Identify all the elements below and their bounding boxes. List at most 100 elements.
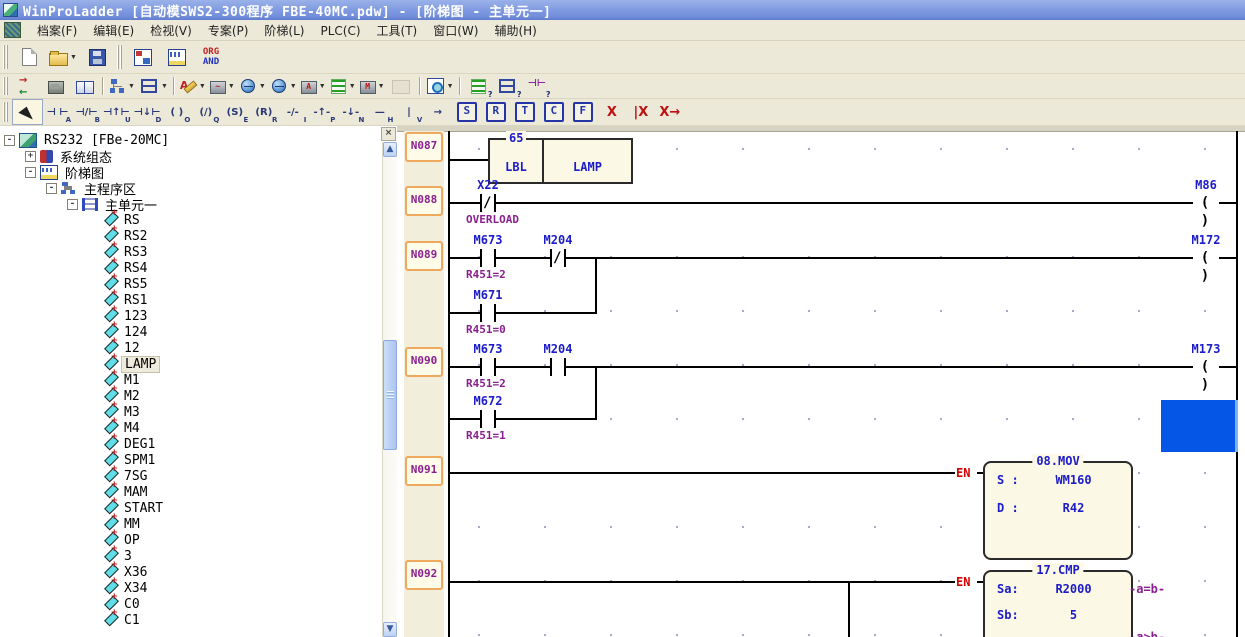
register-r-tool[interactable]: R bbox=[481, 100, 510, 124]
tree-item--[interactable]: -主单元一 bbox=[0, 196, 383, 212]
menu-item-4[interactable]: 专案(P) bbox=[200, 22, 257, 40]
dropdown-arrow-icon[interactable]: ▼ bbox=[128, 83, 135, 90]
tree-item-start[interactable]: START bbox=[0, 500, 383, 516]
tree-item-3[interactable]: 3 bbox=[0, 548, 383, 564]
dropdown-arrow-icon[interactable]: ▼ bbox=[319, 83, 326, 90]
dropdown-arrow-icon[interactable]: ▼ bbox=[259, 83, 266, 90]
collapse-icon[interactable]: - bbox=[25, 167, 36, 178]
coil-m172[interactable]: M172( ) bbox=[1193, 249, 1219, 267]
save-button[interactable] bbox=[80, 43, 114, 71]
invert-tool[interactable]: -/-I bbox=[278, 100, 307, 124]
contact-no-m671[interactable]: M671R451=0 bbox=[480, 304, 496, 322]
ladder-canvas[interactable]: LBLLAMP65/X22OVERLOADM86( )M673R451=2/M2… bbox=[444, 131, 1245, 637]
tree-item-m1[interactable]: M1 bbox=[0, 372, 383, 388]
contact-no-m672[interactable]: M672R451=1 bbox=[480, 410, 496, 428]
tree-item-c1[interactable]: C1 bbox=[0, 612, 383, 628]
toolbar-gripper[interactable] bbox=[3, 77, 9, 96]
coil-m86[interactable]: M86( ) bbox=[1193, 194, 1219, 212]
tree-item-spm1[interactable]: SPM1 bbox=[0, 452, 383, 468]
menu-item-1[interactable]: 档案(F) bbox=[29, 22, 85, 40]
toolbar-gripper[interactable] bbox=[3, 102, 9, 122]
vline-tool[interactable]: ∣V bbox=[394, 100, 423, 124]
dropdown-arrow-icon[interactable]: ▼ bbox=[70, 54, 77, 61]
coil-out-tool[interactable]: ( )O bbox=[162, 100, 191, 124]
function-f-tool[interactable]: F bbox=[568, 100, 597, 124]
timer-s-tool[interactable]: S bbox=[452, 100, 481, 124]
project-tree-button[interactable]: ▼ bbox=[107, 74, 137, 98]
delete-hline-tool[interactable]: X→ bbox=[655, 100, 684, 124]
menu-item-9[interactable]: 辅助(H) bbox=[486, 22, 544, 40]
monitor-m-button[interactable]: M▼ bbox=[358, 74, 387, 98]
coil-set-tool[interactable]: (S)E bbox=[220, 100, 249, 124]
counter-c-tool[interactable]: C bbox=[539, 100, 568, 124]
network-label-n091[interactable]: N091 bbox=[405, 456, 443, 486]
scroll-thumb[interactable] bbox=[383, 340, 397, 450]
menu-item-5[interactable]: 阶梯(L) bbox=[256, 22, 312, 40]
monitor-a-button[interactable]: A▼ bbox=[299, 74, 328, 98]
network-label-n088[interactable]: N088 bbox=[405, 186, 443, 216]
tree-item-rs2[interactable]: RS2 bbox=[0, 228, 383, 244]
toolbar-gripper[interactable] bbox=[3, 45, 9, 70]
network-list-button[interactable]: ▼ bbox=[137, 74, 170, 98]
contact-help-button[interactable]: ⊣⊢? bbox=[522, 74, 551, 98]
network-label-n087[interactable]: N087 bbox=[405, 132, 443, 162]
run-monitor-button[interactable]: ▼ bbox=[237, 74, 268, 98]
collapse-icon[interactable]: - bbox=[67, 199, 78, 210]
dropdown-arrow-icon[interactable]: ▼ bbox=[161, 83, 168, 90]
tree-item-rs5[interactable]: RS5 bbox=[0, 276, 383, 292]
coil-not-tool[interactable]: (/)Q bbox=[191, 100, 220, 124]
dropdown-arrow-icon[interactable]: ▼ bbox=[290, 83, 297, 90]
tree-item--[interactable]: -阶梯图 bbox=[0, 164, 383, 180]
tree-item-x36[interactable]: X36 bbox=[0, 564, 383, 580]
contact-no-m204[interactable]: M204 bbox=[550, 358, 566, 376]
menu-item-2[interactable]: 编辑(E) bbox=[85, 22, 142, 40]
ladder-window-button[interactable] bbox=[160, 43, 194, 71]
tree-item-mm[interactable]: MM bbox=[0, 516, 383, 532]
contact-rising-tool[interactable]: ⊣↑⊢U bbox=[101, 100, 132, 124]
mov-function-block[interactable]: 08.MOVS :WM160D :R42 bbox=[983, 461, 1133, 560]
tree-item-x34[interactable]: X34 bbox=[0, 580, 383, 596]
coil-reset-tool[interactable]: (R)R bbox=[249, 100, 278, 124]
dropdown-arrow-icon[interactable]: ▼ bbox=[447, 83, 454, 90]
open-file-button[interactable]: ▼ bbox=[46, 43, 80, 71]
io-transfer-button[interactable] bbox=[12, 74, 41, 98]
tree-item-m3[interactable]: M3 bbox=[0, 404, 383, 420]
menu-item-3[interactable]: 检视(V) bbox=[142, 22, 200, 40]
cmp-function-block[interactable]: 17.CMPSa:R2000Sb:5-a=b--a>b- bbox=[983, 570, 1133, 637]
project-window-button[interactable] bbox=[126, 43, 160, 71]
falling-tool[interactable]: -↓-N bbox=[336, 100, 365, 124]
expand-icon[interactable]: + bbox=[25, 151, 36, 162]
collapse-icon[interactable]: - bbox=[4, 135, 15, 146]
network-help-button[interactable]: ? bbox=[493, 74, 522, 98]
contact-no-m673[interactable]: M673R451=2 bbox=[480, 358, 496, 376]
scroll-up-button[interactable]: ▲ bbox=[383, 142, 397, 157]
rising-tool[interactable]: -↑-P bbox=[307, 100, 336, 124]
contact-nc-tool[interactable]: ⊣/⊢B bbox=[72, 100, 101, 124]
tree-item--[interactable]: +系统组态 bbox=[0, 148, 383, 164]
network-label-n092[interactable]: N092 bbox=[405, 560, 443, 590]
hline-tool[interactable]: —H bbox=[365, 100, 394, 124]
menu-item-8[interactable]: 窗口(W) bbox=[425, 22, 486, 40]
tree-scrollbar[interactable]: ▲ ▼ bbox=[382, 142, 397, 637]
dropdown-arrow-icon[interactable]: ▼ bbox=[228, 83, 235, 90]
contact-no-m673[interactable]: M673R451=2 bbox=[480, 249, 496, 267]
close-panel-button[interactable]: × bbox=[381, 127, 396, 141]
tree-item-m4[interactable]: M4 bbox=[0, 420, 383, 436]
tree-item-123[interactable]: 123 bbox=[0, 308, 383, 324]
dropdown-arrow-icon[interactable]: ▼ bbox=[378, 83, 385, 90]
tree-item-rs[interactable]: RS bbox=[0, 212, 383, 228]
dropdown-arrow-icon[interactable]: ▼ bbox=[199, 83, 206, 90]
tree-item-c0[interactable]: C0 bbox=[0, 596, 383, 612]
tree-item-7sg[interactable]: 7SG bbox=[0, 468, 383, 484]
delete-tool[interactable]: X bbox=[597, 100, 626, 124]
delete-vline-tool[interactable]: |X bbox=[626, 100, 655, 124]
scroll-down-button[interactable]: ▼ bbox=[383, 622, 397, 637]
contact-falling-tool[interactable]: ⊣↓⊢D bbox=[132, 100, 163, 124]
status-list-button[interactable]: ▼ bbox=[328, 74, 358, 98]
tree-item-rs1[interactable]: RS1 bbox=[0, 292, 383, 308]
menu-item-7[interactable]: 工具(T) bbox=[369, 22, 426, 40]
contact-no-tool[interactable]: ⊣ ⊢A bbox=[43, 100, 72, 124]
network-label-n090[interactable]: N090 bbox=[405, 347, 443, 377]
timer-t-tool[interactable]: T bbox=[510, 100, 539, 124]
comment-book-button[interactable] bbox=[70, 74, 99, 98]
